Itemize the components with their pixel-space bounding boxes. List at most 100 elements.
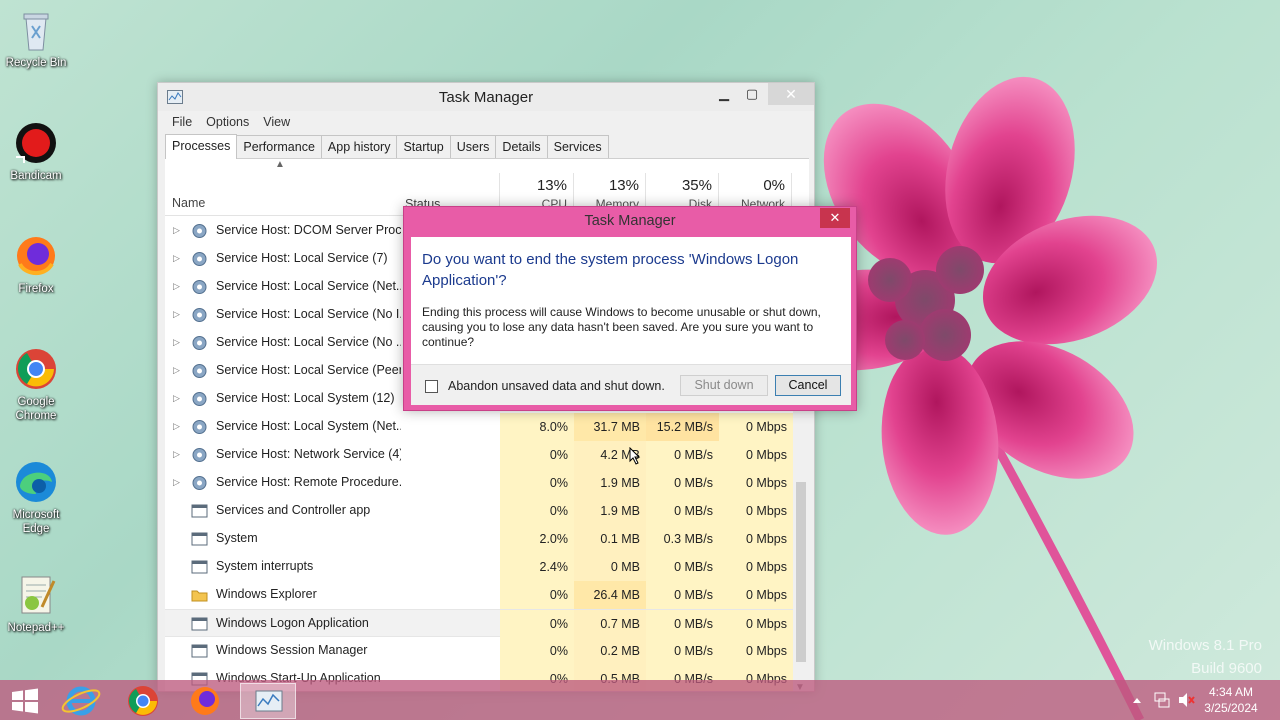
expand-arrow-icon[interactable]: ▷ xyxy=(173,225,180,236)
taskbar-chrome[interactable] xyxy=(118,683,168,719)
taskbar-task-manager[interactable] xyxy=(240,683,296,719)
expand-arrow-icon[interactable]: ▷ xyxy=(173,393,180,404)
scrollbar-thumb[interactable] xyxy=(796,482,806,662)
tab-details[interactable]: Details xyxy=(495,135,548,158)
tab-services[interactable]: Services xyxy=(546,135,609,158)
expand-arrow-icon[interactable]: ▷ xyxy=(173,477,180,488)
menu-file[interactable]: File xyxy=(172,111,192,133)
table-row[interactable]: System 2.0% 0.1 MB 0.3 MB/s 0 Mbps xyxy=(165,525,795,553)
show-hidden-icons-button[interactable] xyxy=(1130,680,1144,720)
gear-icon xyxy=(191,279,208,295)
network-cell: 0 Mbps xyxy=(719,553,793,581)
cpu-cell: 0% xyxy=(500,441,574,469)
desktop-icon-firefox[interactable]: Firefox xyxy=(4,234,68,296)
cancel-button[interactable]: Cancel xyxy=(775,375,841,396)
expand-arrow-icon[interactable]: ▷ xyxy=(173,253,180,264)
expand-arrow-icon[interactable]: ▷ xyxy=(173,449,180,460)
chrome-icon xyxy=(14,347,58,391)
disk-cell: 0.3 MB/s xyxy=(646,525,719,553)
gear-icon xyxy=(191,447,208,463)
table-row[interactable]: ▷ Service Host: Local System (Net... 8.0%… xyxy=(165,413,795,441)
app-window-icon xyxy=(191,559,208,575)
edge-icon xyxy=(14,460,58,504)
column-header-name[interactable]: Name xyxy=(172,196,205,210)
process-name: System interrupts xyxy=(216,559,314,573)
disk-cell: 0 MB/s xyxy=(646,553,719,581)
dialog-close-button[interactable]: ✕ xyxy=(820,208,850,228)
disk-cell: 15.2 MB/s xyxy=(646,413,719,441)
network-tray-button[interactable] xyxy=(1152,680,1172,720)
table-row[interactable]: ▷ Service Host: Network Service (4) 0% 4.2… xyxy=(165,441,795,469)
network-icon xyxy=(1154,692,1170,708)
table-row[interactable]: Windows Explorer 0% 26.4 MB 0 MB/s 0 Mbps xyxy=(165,581,795,609)
tab-startup[interactable]: Startup xyxy=(396,135,451,158)
desktop-icon-bandicam[interactable]: Bandicam xyxy=(4,121,68,183)
process-name: Service Host: Remote Procedure... xyxy=(216,475,401,489)
chevron-up-icon xyxy=(1133,698,1141,703)
menu-bar: File Options View xyxy=(158,111,814,133)
shut-down-button[interactable]: Shut down xyxy=(680,375,768,396)
close-button[interactable]: ✕ xyxy=(768,83,814,105)
table-row-selected[interactable]: Windows Logon Application 0% 0.7 MB 0 MB/s… xyxy=(165,609,795,638)
notepad-plus-plus-icon xyxy=(14,573,58,617)
table-row[interactable]: Services and Controller app 0% 1.9 MB 0 MB… xyxy=(165,497,795,525)
firefox-icon xyxy=(14,234,58,278)
chrome-icon xyxy=(128,686,158,716)
sort-ascending-icon: ▲ xyxy=(275,159,285,170)
network-cell: 0 Mbps xyxy=(719,441,793,469)
expand-arrow-icon[interactable]: ▷ xyxy=(173,337,180,348)
clock-date: 3/25/2024 xyxy=(1204,701,1258,715)
tab-performance[interactable]: Performance xyxy=(236,135,322,158)
table-row[interactable]: System interrupts 2.4% 0 MB 0 MB/s 0 Mbps xyxy=(165,553,795,581)
memory-cell: 0.7 MB xyxy=(574,610,646,638)
desktop-icon-recycle-bin[interactable]: Recycle Bin xyxy=(4,8,68,70)
desktop-icon-microsoft-edge[interactable]: Microsoft Edge xyxy=(4,460,68,536)
desktop-icon-notepad-plus-plus[interactable]: Notepad++ xyxy=(4,573,68,635)
desktop-icon-google-chrome[interactable]: Google Chrome xyxy=(4,347,68,423)
title-bar[interactable]: Task Manager ▁ ▢ ✕ xyxy=(158,83,814,111)
taskbar-clock[interactable]: 4:34 AM 3/25/2024 xyxy=(1200,684,1262,716)
process-name: Service Host: Local Service (7) xyxy=(216,251,388,265)
process-name: Service Host: Local Service (Net... xyxy=(216,279,401,293)
firefox-icon xyxy=(191,687,219,715)
expand-arrow-icon[interactable]: ▷ xyxy=(173,281,180,292)
process-name: Service Host: Network Service (4) xyxy=(216,447,401,461)
taskbar-internet-explorer[interactable] xyxy=(56,683,106,719)
cpu-cell: 2.0% xyxy=(500,525,574,553)
expand-arrow-icon[interactable]: ▷ xyxy=(173,365,180,376)
tab-app-history[interactable]: App history xyxy=(320,135,398,158)
expand-arrow-icon[interactable]: ▷ xyxy=(173,309,180,320)
menu-options[interactable]: Options xyxy=(206,111,249,133)
gear-icon xyxy=(191,475,208,491)
app-window-icon xyxy=(191,643,208,659)
tab-processes[interactable]: Processes xyxy=(165,134,238,159)
dialog-body: Do you want to end the system process 'W… xyxy=(411,237,851,405)
gear-icon xyxy=(191,363,208,379)
abandon-data-label[interactable]: Abandon unsaved data and shut down. xyxy=(448,379,665,393)
cpu-cell: 0% xyxy=(500,610,574,638)
tab-users[interactable]: Users xyxy=(449,135,497,158)
abandon-data-checkbox[interactable] xyxy=(425,380,438,393)
menu-view[interactable]: View xyxy=(263,111,290,133)
desktop-icon-label: Firefox xyxy=(18,283,54,295)
expand-arrow-icon[interactable]: ▷ xyxy=(173,421,180,432)
process-name: Service Host: Local Service (No ... xyxy=(216,335,401,349)
start-button[interactable] xyxy=(0,683,50,719)
gear-icon xyxy=(191,307,208,323)
taskbar-firefox[interactable] xyxy=(180,683,230,719)
cpu-cell: 0% xyxy=(500,581,574,609)
network-cell: 0 Mbps xyxy=(719,497,793,525)
gear-icon xyxy=(191,251,208,267)
app-window-icon xyxy=(191,616,208,632)
network-cell: 0 Mbps xyxy=(719,581,793,609)
table-row[interactable]: Windows Session Manager 0% 0.2 MB 0 MB/s 0 … xyxy=(165,637,795,665)
cpu-cell: 2.4% xyxy=(500,553,574,581)
mouse-cursor-icon xyxy=(629,447,641,465)
volume-tray-button[interactable] xyxy=(1176,680,1196,720)
maximize-button[interactable]: ▢ xyxy=(738,83,766,105)
disk-total-percent: 35% xyxy=(681,177,712,194)
process-name: Service Host: DCOM Server Proc... xyxy=(216,223,401,237)
table-row[interactable]: ▷ Service Host: Remote Procedure... 0% 1.9… xyxy=(165,469,795,497)
minimize-button[interactable]: ▁ xyxy=(710,83,738,105)
process-name: Service Host: Local System (Net... xyxy=(216,419,401,433)
